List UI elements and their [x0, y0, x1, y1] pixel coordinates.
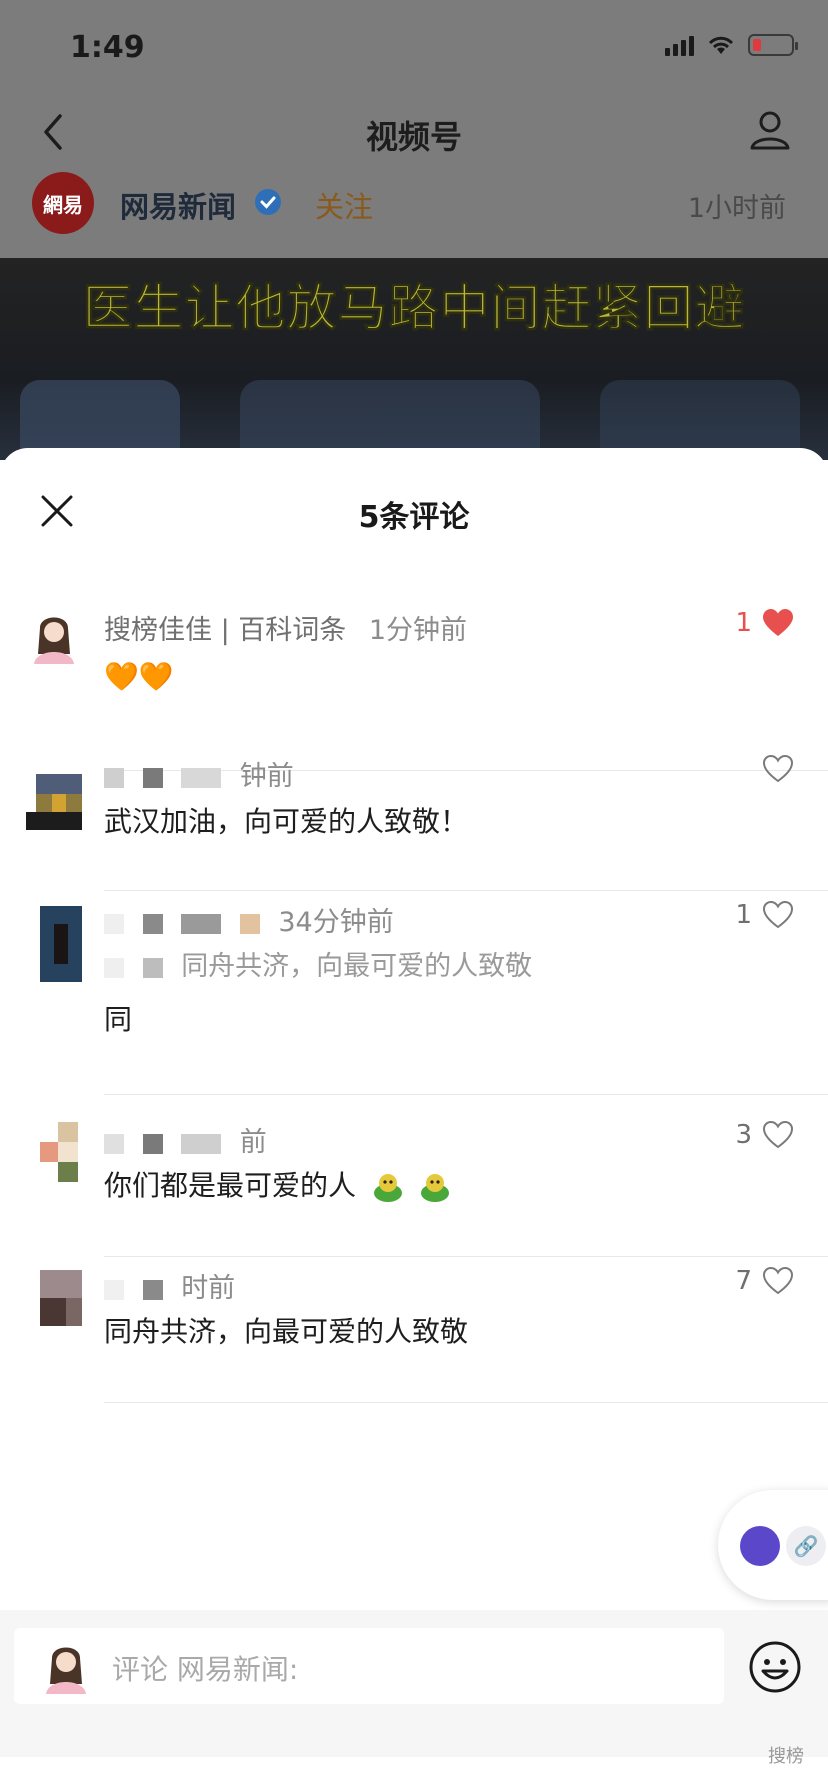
- comment-text: 🧡🧡: [104, 660, 174, 693]
- redacted-name-block: [104, 1133, 124, 1154]
- verified-icon: [255, 189, 281, 215]
- heart-filled-icon: [763, 609, 793, 636]
- author-logo-text: 網易: [43, 192, 83, 217]
- avatar-pixelated-icon: [26, 1122, 82, 1182]
- comment-item: 钟前 武汉加油，向可爱的人致敬！: [0, 744, 828, 891]
- video-page-background: 1:49 视频号 網易 网易新闻 关注 1小时前 医生让他放马路中间赶紧回避: [0, 0, 828, 460]
- frog-emoji-icon: [420, 1174, 449, 1202]
- like-button[interactable]: 3: [735, 1120, 794, 1150]
- wifi-icon: [708, 36, 734, 54]
- redacted-name-block: [104, 1279, 124, 1300]
- avatar[interactable]: [26, 774, 82, 830]
- status-time: 1:49: [70, 30, 145, 65]
- redacted-name-block: [104, 957, 124, 978]
- like-button[interactable]: 1: [735, 900, 794, 930]
- redacted-name-block: [181, 1133, 222, 1154]
- comment-text-content: 你们都是最可爱的人: [104, 1169, 357, 1202]
- post-time: 1小时前: [687, 193, 786, 224]
- comment-quote: 同舟共济，向最可爱的人致敬: [104, 944, 532, 983]
- heart-outline-icon: [762, 754, 794, 783]
- page-title: 视频号: [365, 118, 462, 156]
- profile-icon[interactable]: [748, 108, 792, 152]
- redacted-name-block: [104, 767, 124, 788]
- comments-title: 5条评论: [358, 500, 470, 535]
- comment-time: 前: [239, 1127, 267, 1158]
- redacted-name-block: [142, 1133, 163, 1154]
- like-count: 3: [735, 1120, 752, 1150]
- comment-text: 你们都是最可爱的人: [104, 1164, 452, 1204]
- avatar-pixelated-icon: [26, 906, 82, 982]
- redacted-name-block: [104, 913, 124, 934]
- redacted-name-block: [142, 767, 163, 788]
- signal-icon: [665, 34, 694, 56]
- redacted-name-block: [181, 767, 222, 788]
- comment-meta: 时前: [104, 1266, 235, 1305]
- avatar-pixelated-icon: [26, 774, 82, 830]
- like-count: 7: [735, 1266, 752, 1296]
- status-icons: [665, 34, 798, 56]
- follow-button[interactable]: 关注: [315, 184, 373, 226]
- heart-outline-icon: [762, 1120, 794, 1149]
- redacted-name-block: [181, 913, 222, 934]
- quoted-text: 同舟共济，向最可爱的人致敬: [181, 951, 533, 982]
- comment-meta: 前: [104, 1120, 267, 1159]
- like-button[interactable]: [752, 754, 794, 784]
- redacted-name-block: [142, 1279, 163, 1300]
- watermark: 搜榜: [768, 1746, 804, 1767]
- comment-author[interactable]: 搜榜佳佳 | 百科词条: [104, 615, 346, 646]
- comment-text: 同: [104, 1003, 133, 1036]
- author-avatar[interactable]: 網易: [32, 172, 94, 234]
- comment-item: 搜榜佳佳 | 百科词条 1分钟前 🧡🧡 1: [0, 598, 828, 771]
- comment-meta: 搜榜佳佳 | 百科词条 1分钟前: [104, 608, 467, 647]
- comment-item: 前 你们都是最可爱的人 3: [0, 1110, 828, 1257]
- like-button[interactable]: 1: [735, 608, 794, 638]
- divider: [104, 1094, 828, 1095]
- comment-text: 武汉加油，向可爱的人致敬！: [104, 805, 469, 838]
- divider: [104, 1402, 828, 1403]
- avatar: [38, 1638, 94, 1694]
- comment-item: 时前 同舟共济，向最可爱的人致敬 7: [0, 1256, 828, 1403]
- comment-text: 同舟共济，向最可爱的人致敬: [104, 1315, 469, 1348]
- like-count: 1: [735, 900, 752, 930]
- comment-input-bar: 评论 网易新闻: 搜榜: [0, 1610, 828, 1767]
- comment-item: 34分钟前 同舟共济，向最可爱的人致敬 同 1: [0, 890, 828, 1095]
- comment-time: 钟前: [239, 761, 294, 792]
- video-player[interactable]: 医生让他放马路中间赶紧回避: [0, 258, 828, 460]
- battery-icon: [748, 34, 798, 56]
- video-caption: 医生让他放马路中间赶紧回避: [82, 279, 746, 338]
- comment-meta: 34分钟前: [104, 900, 394, 939]
- avatar[interactable]: [26, 906, 82, 982]
- author-name[interactable]: 网易新闻: [120, 184, 236, 226]
- comment-time: 时前: [181, 1273, 236, 1304]
- like-button[interactable]: 7: [735, 1266, 794, 1296]
- frog-emoji-icon: [373, 1174, 402, 1202]
- redacted-name-block: [142, 957, 163, 978]
- avatar-pixelated-icon: [26, 1270, 82, 1326]
- heart-outline-icon: [762, 1266, 794, 1295]
- avatar-girl-icon: [26, 608, 82, 664]
- redacted-name-block: [142, 913, 163, 934]
- comments-sheet: 5条评论 搜榜佳佳 | 百科词条 1分钟前 🧡🧡 1 钟前 武汉加油，向可爱的人…: [0, 448, 828, 1757]
- comment-meta: 钟前: [104, 754, 294, 793]
- avatar[interactable]: [26, 1270, 82, 1326]
- avatar[interactable]: [26, 608, 82, 664]
- comment-input[interactable]: 评论 网易新闻:: [14, 1628, 724, 1704]
- author-row: 網易 网易新闻 关注 1小时前: [0, 172, 828, 242]
- share-app-icon[interactable]: [740, 1526, 780, 1566]
- redacted-name-block: [239, 913, 260, 934]
- comment-input-placeholder: 评论 网易新闻:: [112, 1653, 299, 1686]
- emoji-icon[interactable]: [748, 1640, 802, 1694]
- comment-time: 34分钟前: [278, 907, 394, 938]
- like-count: 1: [735, 608, 752, 638]
- heart-outline-icon: [762, 900, 794, 929]
- comment-time: 1分钟前: [368, 615, 468, 646]
- avatar-girl-icon: [38, 1638, 94, 1694]
- link-icon[interactable]: 🔗: [786, 1526, 826, 1566]
- floating-share-widget[interactable]: 🔗: [718, 1490, 828, 1600]
- avatar[interactable]: [26, 1122, 82, 1182]
